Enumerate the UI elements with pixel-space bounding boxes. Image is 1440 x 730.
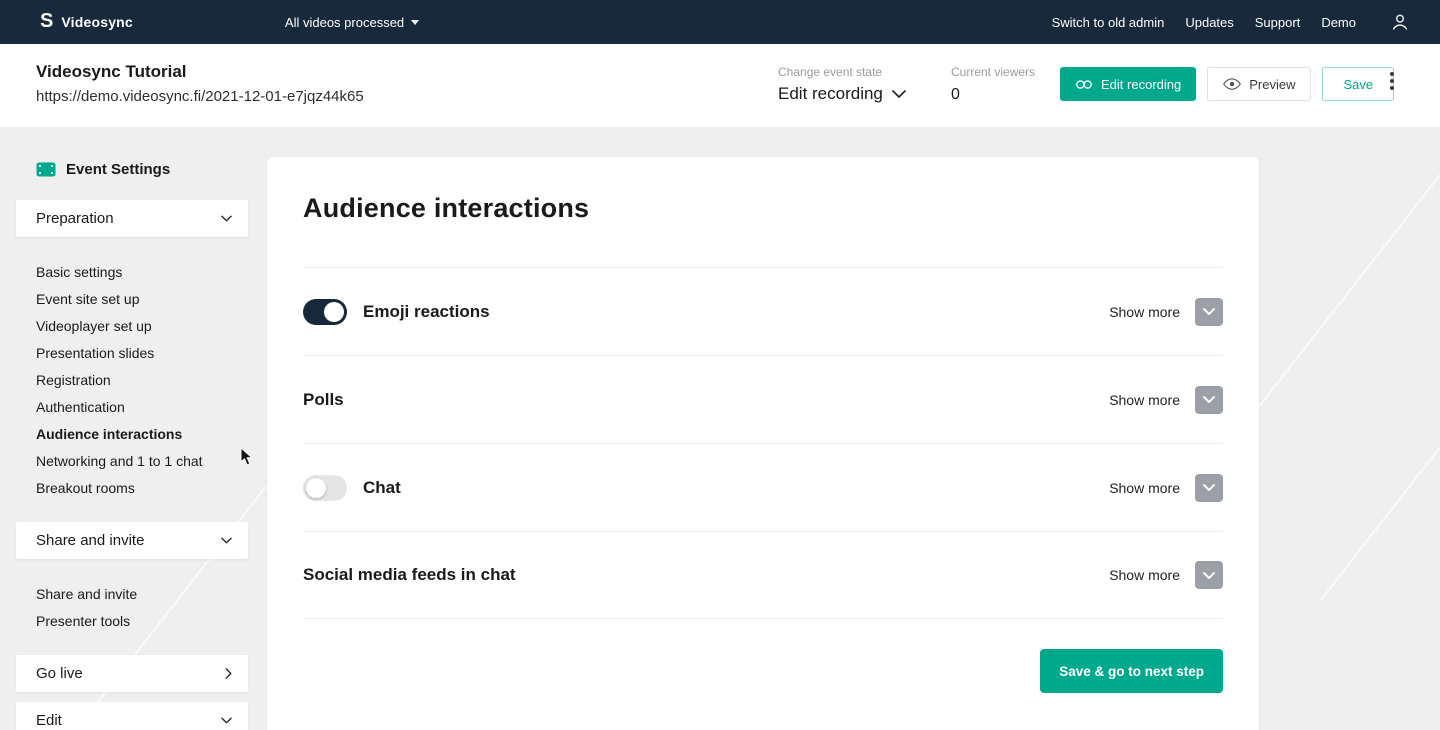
event-title: Videosync Tutorial bbox=[36, 62, 364, 82]
link-icon bbox=[1075, 79, 1093, 90]
save-next-container: Save & go to next step bbox=[303, 649, 1223, 693]
chat-row: Chat Show more bbox=[303, 443, 1223, 531]
save-button[interactable]: Save bbox=[1322, 67, 1394, 101]
caret-down-icon bbox=[411, 20, 419, 25]
emoji-reactions-row: Emoji reactions Show more bbox=[303, 267, 1223, 355]
chat-label: Chat bbox=[363, 478, 401, 498]
share-nav-list: Share and invite Presenter tools bbox=[16, 581, 248, 635]
event-header: Videosync Tutorial https://demo.videosyn… bbox=[0, 44, 1440, 127]
preparation-nav-list: Basic settings Event site set up Videopl… bbox=[16, 259, 248, 502]
sidebar-item-audience-interactions[interactable]: Audience interactions bbox=[36, 421, 248, 448]
preview-label: Preview bbox=[1249, 77, 1295, 92]
sidebar-item-authentication[interactable]: Authentication bbox=[36, 394, 248, 421]
audience-interactions-panel: Audience interactions Emoji reactions Sh… bbox=[267, 157, 1259, 730]
expand-emoji-reactions-button[interactable] bbox=[1195, 298, 1223, 326]
chevron-down-icon bbox=[1203, 484, 1215, 491]
show-more-link[interactable]: Show more bbox=[1109, 304, 1180, 320]
section-edit-label: Edit bbox=[36, 712, 62, 729]
chevron-down-icon bbox=[892, 90, 906, 99]
expand-social-media-button[interactable] bbox=[1195, 561, 1223, 589]
event-state-value: Edit recording bbox=[778, 84, 883, 104]
section-preparation-label: Preparation bbox=[36, 210, 114, 227]
event-state-block: Change event state Edit recording bbox=[778, 65, 906, 104]
page-title: Audience interactions bbox=[303, 193, 1223, 267]
section-go-live[interactable]: Go live bbox=[16, 655, 248, 692]
social-media-feeds-row: Social media feeds in chat Show more bbox=[303, 531, 1223, 619]
polls-label: Polls bbox=[303, 390, 344, 410]
preview-button[interactable]: Preview bbox=[1207, 67, 1311, 101]
updates-link[interactable]: Updates bbox=[1185, 15, 1233, 30]
sidebar-item-event-site-setup[interactable]: Event site set up bbox=[36, 286, 248, 313]
top-bar: S Videosync All videos processed Switch … bbox=[0, 0, 1440, 44]
video-settings-icon bbox=[36, 162, 56, 177]
show-more-link[interactable]: Show more bbox=[1109, 567, 1180, 583]
chevron-right-icon bbox=[225, 668, 232, 679]
chat-toggle[interactable] bbox=[303, 475, 347, 501]
brand-name: Videosync bbox=[61, 14, 133, 30]
expand-chat-button[interactable] bbox=[1195, 474, 1223, 502]
chevron-down-icon bbox=[221, 537, 232, 544]
sidebar-item-basic-settings[interactable]: Basic settings bbox=[36, 259, 248, 286]
videosync-logo-icon: S bbox=[40, 11, 53, 31]
section-share-and-invite[interactable]: Share and invite bbox=[16, 522, 248, 559]
show-more-link[interactable]: Show more bbox=[1109, 480, 1180, 496]
settings-sidebar: Event Settings Preparation Basic setting… bbox=[16, 161, 248, 730]
sidebar-item-presenter-tools[interactable]: Presenter tools bbox=[36, 608, 248, 635]
section-preparation[interactable]: Preparation bbox=[16, 200, 248, 237]
chevron-down-icon bbox=[1203, 396, 1215, 403]
emoji-reactions-toggle[interactable] bbox=[303, 299, 347, 325]
current-viewers-label: Current viewers bbox=[951, 65, 1035, 79]
event-state-label: Change event state bbox=[778, 65, 906, 79]
event-url[interactable]: https://demo.videosync.fi/2021-12-01-e7j… bbox=[36, 88, 364, 105]
support-link[interactable]: Support bbox=[1255, 15, 1301, 30]
edit-recording-button[interactable]: Edit recording bbox=[1060, 67, 1196, 101]
switch-old-admin-link[interactable]: Switch to old admin bbox=[1052, 15, 1165, 30]
sidebar-item-videoplayer-setup[interactable]: Videoplayer set up bbox=[36, 313, 248, 340]
current-viewers-block: Current viewers 0 bbox=[951, 65, 1035, 104]
app-viewport: S Videosync All videos processed Switch … bbox=[0, 0, 1440, 730]
event-state-selector[interactable]: Edit recording bbox=[778, 84, 906, 104]
chevron-down-icon bbox=[221, 717, 232, 724]
brand-logo[interactable]: S Videosync bbox=[40, 12, 133, 32]
sidebar-item-breakout-rooms[interactable]: Breakout rooms bbox=[36, 475, 248, 502]
demo-link[interactable]: Demo bbox=[1321, 15, 1356, 30]
eye-icon bbox=[1223, 78, 1241, 90]
event-identity: Videosync Tutorial https://demo.videosyn… bbox=[36, 62, 364, 105]
sidebar-item-presentation-slides[interactable]: Presentation slides bbox=[36, 340, 248, 367]
show-more-link[interactable]: Show more bbox=[1109, 392, 1180, 408]
kebab-menu-icon bbox=[1390, 72, 1394, 76]
section-go-live-label: Go live bbox=[36, 665, 83, 682]
current-viewers-count: 0 bbox=[951, 86, 1035, 104]
videos-processed-dropdown[interactable]: All videos processed bbox=[285, 15, 419, 30]
sidebar-item-networking-chat[interactable]: Networking and 1 to 1 chat bbox=[36, 448, 248, 475]
more-options-button[interactable] bbox=[1390, 72, 1394, 90]
mouse-cursor bbox=[240, 447, 254, 467]
sidebar-item-registration[interactable]: Registration bbox=[36, 367, 248, 394]
expand-polls-button[interactable] bbox=[1195, 386, 1223, 414]
section-edit[interactable]: Edit bbox=[16, 702, 248, 730]
social-media-feeds-label: Social media feeds in chat bbox=[303, 565, 516, 585]
sidebar-item-share-and-invite[interactable]: Share and invite bbox=[36, 581, 248, 608]
section-share-label: Share and invite bbox=[36, 532, 144, 549]
chevron-down-icon bbox=[221, 215, 232, 222]
emoji-reactions-label: Emoji reactions bbox=[363, 302, 490, 322]
videos-processed-label: All videos processed bbox=[285, 15, 404, 30]
save-and-next-button[interactable]: Save & go to next step bbox=[1040, 649, 1223, 693]
chevron-down-icon bbox=[1203, 572, 1215, 579]
chevron-down-icon bbox=[1203, 308, 1215, 315]
person-icon bbox=[1390, 12, 1410, 32]
header-actions: Edit recording Preview Save bbox=[1060, 67, 1394, 101]
sidebar-heading-label: Event Settings bbox=[66, 161, 170, 178]
topbar-links: Switch to old admin Updates Support Demo bbox=[1031, 12, 1410, 32]
edit-recording-label: Edit recording bbox=[1101, 77, 1181, 92]
user-account-button[interactable] bbox=[1390, 12, 1410, 32]
sidebar-heading: Event Settings bbox=[16, 161, 248, 178]
polls-row: Polls Show more bbox=[303, 355, 1223, 443]
